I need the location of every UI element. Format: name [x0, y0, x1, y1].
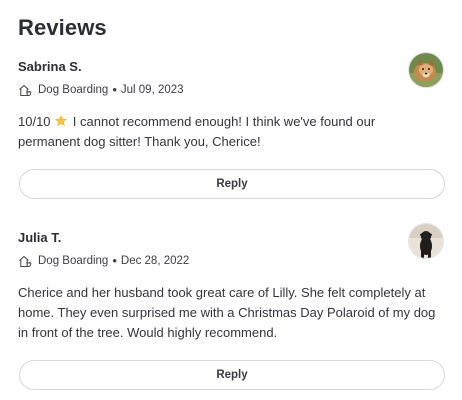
reply-button[interactable]: Reply — [19, 360, 445, 390]
reviewer-name: Sabrina S. — [18, 59, 82, 74]
review-date: Dec 28, 2022 — [120, 255, 190, 267]
star-icon — [55, 113, 68, 127]
review-meta: Dog Boarding • Jul 09, 2023 — [18, 82, 446, 98]
meta-separator: • — [112, 82, 117, 97]
reviewer-name: Julia T. — [18, 230, 62, 245]
reviewer-avatar — [408, 223, 444, 259]
review-text: Cherice and her husband took great care … — [18, 285, 436, 340]
review-card: Sabrina S. Dog Boarding • Jul 09, 2023 1… — [18, 52, 446, 199]
review-text: 10/10 I cannot recommend enough! I think… — [18, 112, 446, 152]
review-rating-text: 10/10 — [18, 114, 51, 129]
review-meta: Dog Boarding • Dec 28, 2022 — [18, 253, 446, 269]
reviews-page: Reviews Sabrina S. Dog Boarding • Jul 09… — [0, 0, 462, 400]
review-body: I cannot recommend enough! I think we've… — [18, 114, 376, 149]
service-type: Dog Boarding — [38, 84, 109, 96]
service-type: Dog Boarding — [38, 255, 109, 267]
meta-separator: • — [112, 253, 117, 268]
review-date: Jul 09, 2023 — [120, 84, 184, 96]
reviews-heading: Reviews — [18, 15, 107, 40]
review-card: Julia T. Dog Boarding • Dec 28, 2022 Che… — [18, 223, 446, 390]
reviewer-avatar — [408, 52, 444, 88]
dog-boarding-icon — [18, 83, 33, 97]
reply-button[interactable]: Reply — [19, 169, 445, 199]
dog-boarding-icon — [18, 254, 33, 268]
